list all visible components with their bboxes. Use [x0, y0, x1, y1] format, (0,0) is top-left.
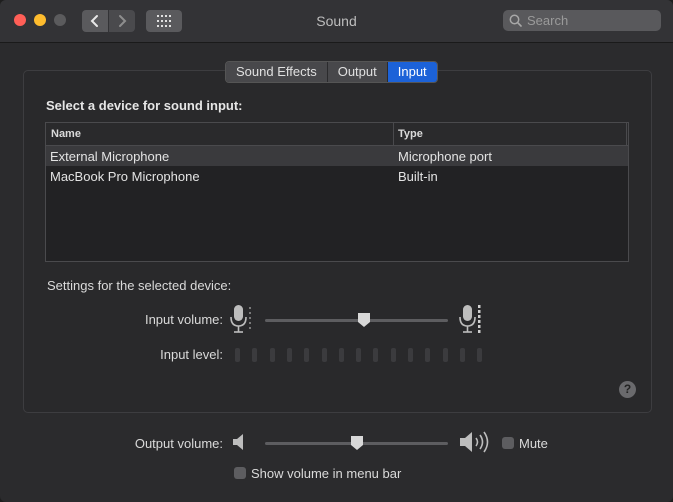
level-segment: [425, 348, 431, 362]
column-header-type[interactable]: Type: [398, 128, 423, 140]
device-type: Built-in: [398, 169, 438, 184]
device-name: External Microphone: [50, 149, 170, 164]
sound-preferences-window: Sound Search Sound Effects Output Input …: [0, 0, 673, 502]
level-segment: [442, 348, 448, 362]
level-segment: [321, 348, 327, 362]
level-segment: [286, 348, 292, 362]
title-bar: Sound Search: [0, 0, 673, 43]
level-segment: [235, 348, 240, 362]
speaker-high-icon: [460, 431, 489, 453]
level-segment: [304, 348, 310, 362]
device-table: Name Type External Microphone Microphone…: [45, 122, 629, 262]
microphone-high-icon: [459, 305, 481, 333]
mute-checkbox[interactable]: [502, 437, 514, 449]
level-segment: [269, 348, 275, 362]
output-volume-label: Output volume:: [134, 436, 223, 451]
table-row[interactable]: External Microphone Microphone port: [46, 146, 628, 166]
input-volume-label: Input volume:: [144, 312, 223, 327]
help-icon: ?: [623, 382, 632, 396]
level-segment: [373, 348, 379, 362]
search-field[interactable]: Search: [503, 10, 661, 31]
input-volume-knob[interactable]: [357, 312, 371, 328]
level-segment: [459, 348, 465, 362]
table-row[interactable]: MacBook Pro Microphone Built-in: [46, 166, 628, 186]
tab-sound-effects[interactable]: Sound Effects: [226, 62, 328, 82]
tab-bar: Sound Effects Output Input: [225, 61, 438, 83]
level-segment: [338, 348, 344, 362]
level-segment: [390, 348, 396, 362]
tab-output[interactable]: Output: [327, 62, 388, 82]
search-placeholder: Search: [527, 13, 569, 28]
column-header-name[interactable]: Name: [51, 128, 81, 140]
speaker-low-icon: [233, 434, 243, 450]
level-segment: [408, 348, 413, 362]
output-volume-knob[interactable]: [350, 435, 364, 451]
show-volume-label: Show volume in menu bar: [251, 466, 402, 481]
show-volume-checkbox[interactable]: [234, 467, 246, 479]
settings-label: Settings for the selected device:: [47, 278, 232, 293]
device-heading: Select a device for sound input:: [46, 98, 243, 113]
column-divider: [393, 123, 394, 145]
level-segment: [477, 348, 483, 362]
level-segment: [252, 348, 258, 362]
device-name: MacBook Pro Microphone: [50, 169, 200, 184]
search-icon: [509, 14, 522, 27]
table-header: Name Type: [46, 123, 628, 146]
level-segment: [356, 348, 362, 362]
tab-input[interactable]: Input: [387, 62, 437, 82]
help-button[interactable]: ?: [619, 381, 636, 398]
input-level-label: Input level:: [160, 347, 223, 362]
mute-label: Mute: [519, 436, 548, 451]
column-divider: [626, 123, 627, 145]
device-type: Microphone port: [398, 149, 492, 164]
microphone-low-icon: [230, 305, 251, 333]
